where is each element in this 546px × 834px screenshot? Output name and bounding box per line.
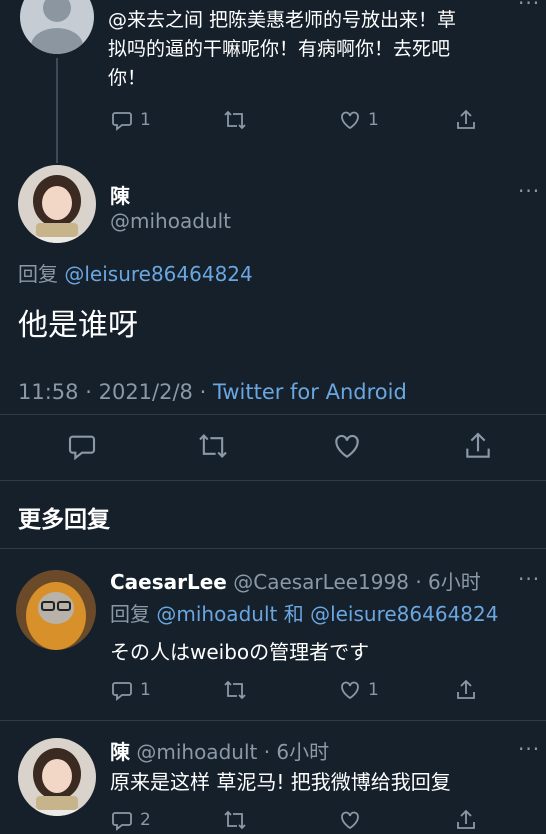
reply-to-link[interactable]: @leisure86464824 [310,602,498,626]
tweet-time: 11:58 [18,380,79,404]
share-button[interactable] [454,678,478,702]
share-button[interactable] [462,430,494,466]
heart-icon [341,811,359,830]
reply-to-link[interactable]: @leisure86464824 [64,262,252,286]
reply-actions: 1 1 [110,678,490,704]
reply-icon [112,682,132,701]
reply-header: 陳 @mihoadult · 6小时 [110,736,329,765]
avatar-caesarlee[interactable] [16,570,96,650]
author-handle-time: @CaesarLee1998 · 6小时 [233,570,481,594]
more-options-icon[interactable]: ··· [518,181,540,201]
retweet-button[interactable] [222,678,248,702]
avatar-chen[interactable] [18,738,96,816]
reply-context: 回复 @leisure86464824 [18,262,253,286]
avatar-chen[interactable] [18,165,96,243]
retweet-button[interactable] [196,430,230,466]
tweet-source-link[interactable]: Twitter for Android [213,380,407,404]
author-handle-time: @mihoadult · 6小时 [136,740,330,764]
share-icon [457,679,475,699]
reply-icon [112,812,132,831]
tweet-meta: 11:58 · 2021/2/8 · Twitter for Android [18,380,407,404]
retweet-icon [224,810,246,830]
reply-context: 回复 @mihoadult 和 @leisure86464824 [110,602,499,626]
heart-icon [335,434,359,458]
reply-icon [112,112,132,131]
more-replies-heading: 更多回复 [18,507,110,533]
tweet-text: @来去之间 把陈美惠老师的号放出来！草 拟吗的逼的干嘛呢你！有病啊你！去死吧 你… [108,9,457,89]
share-button[interactable] [454,108,478,132]
heart-icon [341,111,359,130]
heart-icon [341,681,359,700]
like-button[interactable]: 1 [338,108,379,132]
reply-button[interactable] [66,430,98,466]
thread-line [56,58,58,163]
retweet-icon [199,434,227,458]
more-options-icon[interactable]: ··· [518,739,540,759]
avatar-default[interactable] [20,0,94,54]
share-icon [466,432,490,458]
share-button[interactable] [454,808,478,832]
like-button[interactable]: 1 [338,678,379,702]
author-name[interactable]: CaesarLee [110,570,227,594]
more-options-icon[interactable]: ··· [518,569,540,589]
divider [0,414,546,415]
reply-text: 原来是这样 草泥马! 把我微博给我回复 [110,770,451,794]
tweet-date: 2021/2/8 [98,380,193,404]
reply-header: CaesarLee @CaesarLee1998 · 6小时 [110,566,481,595]
reply-text: その人はweiboの管理者です [110,640,370,664]
retweet-icon [224,110,246,130]
main-tweet-actions [0,430,546,462]
like-button[interactable] [338,808,362,832]
like-button[interactable] [331,430,363,466]
reply-actions: 2 [110,808,490,834]
reply-button[interactable]: 1 [110,108,151,132]
divider [0,480,546,481]
reply-to-link[interactable]: @mihoadult [156,602,277,626]
author-name[interactable]: 陳 [110,740,130,764]
divider [0,720,546,721]
retweet-button[interactable] [222,108,248,132]
reply-button[interactable]: 1 [110,678,151,702]
share-icon [457,109,475,129]
share-icon [457,809,475,829]
author-name[interactable]: 陳 [110,180,130,209]
retweet-icon [224,680,246,700]
tweet-text: 他是谁呀 [18,308,138,343]
author-handle[interactable]: @mihoadult [110,209,231,233]
retweet-button[interactable] [222,808,248,832]
tweet-actions: 1 1 [110,108,490,134]
divider [0,548,546,549]
reply-button[interactable]: 2 [110,808,151,832]
reply-icon [68,435,96,461]
